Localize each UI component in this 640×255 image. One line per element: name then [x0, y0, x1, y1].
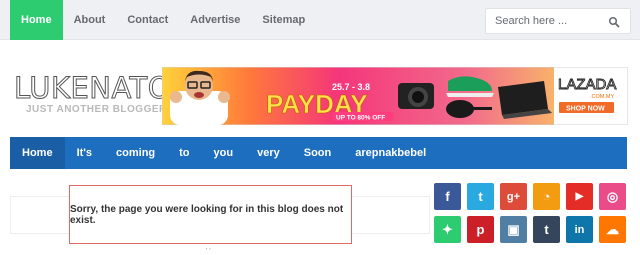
- banner-brand: LAZADA: [558, 76, 616, 93]
- banner-brand-domain: .COM.MY: [590, 94, 614, 100]
- pagination-dots: ' ': [206, 248, 211, 255]
- main-nav-its[interactable]: It's: [65, 137, 104, 169]
- search-box: [485, 8, 631, 34]
- top-nav-contact[interactable]: Contact: [116, 0, 179, 40]
- laptop-illustration: [498, 81, 552, 119]
- soundcloud-icon[interactable]: ☁: [599, 216, 626, 243]
- dribbble-icon[interactable]: ◎: [599, 183, 626, 210]
- main-nav: Home It's coming to you very Soon arepna…: [10, 137, 627, 169]
- top-nav-about[interactable]: About: [63, 0, 117, 40]
- logo-tagline: JUST ANOTHER BLOGGER: [26, 104, 167, 115]
- main-nav-coming[interactable]: coming: [104, 137, 167, 169]
- top-bar: Home About Contact Advertise Sitemap: [0, 0, 640, 40]
- main-nav-very[interactable]: very: [245, 137, 292, 169]
- main-nav-arepnakbebel[interactable]: arepnakbebel: [343, 137, 438, 169]
- search-icon[interactable]: [608, 16, 620, 28]
- camera-illustration: [398, 83, 434, 109]
- tumblr-icon[interactable]: t: [533, 216, 560, 243]
- logo-title: LUKENATORS: [14, 71, 211, 105]
- instagram-icon[interactable]: ▣: [500, 216, 527, 243]
- delicious-icon[interactable]: ✦: [434, 216, 461, 243]
- top-nav-advertise[interactable]: Advertise: [179, 0, 251, 40]
- advert-banner[interactable]: 25.7 - 3.8 PAYDAY UP TO 80% OFF LAZADA .…: [162, 67, 628, 125]
- rss-icon[interactable]: ◔: [533, 183, 560, 210]
- pinterest-icon[interactable]: p: [467, 216, 494, 243]
- youtube-icon[interactable]: ▶: [566, 183, 593, 210]
- main-nav-to[interactable]: to: [167, 137, 201, 169]
- site-logo[interactable]: LUKENATORS JUST ANOTHER BLOGGER: [14, 71, 211, 124]
- main-nav-home[interactable]: Home: [10, 137, 65, 169]
- google-plus-icon[interactable]: g+: [500, 183, 527, 210]
- top-nav-home[interactable]: Home: [10, 0, 63, 40]
- facebook-icon[interactable]: f: [434, 183, 461, 210]
- twitter-icon[interactable]: t: [467, 183, 494, 210]
- search-input[interactable]: [486, 9, 606, 33]
- banner-cta: SHOP NOW: [566, 106, 605, 113]
- top-nav-sitemap[interactable]: Sitemap: [251, 0, 316, 40]
- top-nav: Home About Contact Advertise Sitemap: [10, 0, 316, 40]
- main-nav-you[interactable]: you: [202, 137, 246, 169]
- error-message: Sorry, the page you were looking for in …: [69, 185, 352, 244]
- banner-offer: UP TO 80% OFF: [336, 115, 385, 122]
- linkedin-icon[interactable]: in: [566, 216, 593, 243]
- banner-graphic: 25.7 - 3.8 PAYDAY UP TO 80% OFF LAZADA .…: [162, 67, 628, 125]
- main-nav-soon[interactable]: Soon: [292, 137, 344, 169]
